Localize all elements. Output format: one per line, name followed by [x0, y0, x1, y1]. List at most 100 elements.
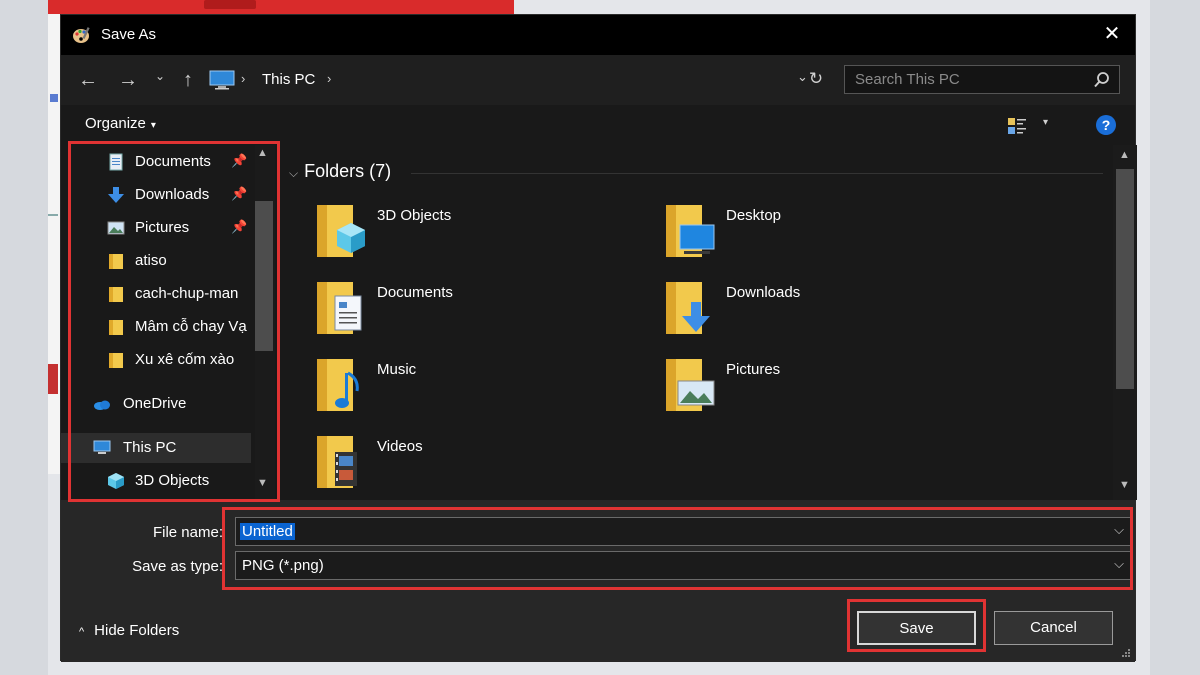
sidebar-item-3d-objects[interactable]: 3D Objects: [61, 466, 251, 496]
folder-label: Videos: [377, 438, 423, 455]
folder-documents[interactable]: Documents: [315, 278, 615, 348]
background-red-toolbar: [48, 0, 514, 14]
breadcrumb-separator: ›: [241, 71, 246, 86]
folder-icon: [109, 320, 123, 335]
forward-arrow-icon: →: [118, 69, 138, 91]
sidebar-item-label: Mâm cỗ chay Vạ: [135, 318, 247, 335]
downloads-icon: [108, 187, 124, 203]
this-pc-icon: [209, 70, 235, 90]
folder-pictures[interactable]: Pictures: [664, 355, 964, 425]
scroll-down-icon[interactable]: ▼: [1119, 479, 1130, 491]
file-name-field[interactable]: Untitled ⌵: [235, 517, 1131, 546]
folder-icon: [109, 287, 123, 302]
chevron-down-icon[interactable]: ⌵: [1114, 522, 1124, 538]
sidebar-item-label: OneDrive: [123, 395, 187, 412]
documents-icon: [109, 153, 123, 171]
paint-palette-icon: [73, 27, 90, 43]
folder-videos[interactable]: Videos: [315, 432, 615, 500]
desktop-folder-icon: [666, 205, 715, 257]
title-bar: Save As ✕: [61, 15, 1135, 55]
sidebar-item-label: atiso: [135, 252, 167, 269]
chevron-down-icon: ⌄: [154, 69, 166, 83]
sidebar-item-onedrive[interactable]: OneDrive: [61, 389, 251, 419]
view-options-caret-icon[interactable]: ▾: [1043, 117, 1048, 128]
folder-desktop[interactable]: Desktop: [664, 201, 964, 271]
sidebar-item-pictures[interactable]: Pictures 📌: [61, 213, 251, 243]
chevron-up-icon: ^: [79, 626, 85, 638]
search-box: [844, 65, 1120, 94]
up-button[interactable]: ↑: [175, 67, 201, 93]
resize-grip-icon[interactable]: [1121, 648, 1131, 658]
navigation-bar: ← → ⌄ ↑ › This PC › ⌄ ↻: [61, 55, 1135, 105]
folder-music[interactable]: Music: [315, 355, 615, 425]
group-header-label: Folders (7): [304, 161, 392, 181]
close-icon: ✕: [1103, 23, 1121, 45]
file-name-value[interactable]: Untitled: [240, 523, 295, 540]
save-button[interactable]: Save: [857, 611, 976, 645]
pictures-folder-icon: [666, 359, 715, 411]
folder-label: Pictures: [726, 361, 781, 378]
sidebar-item-this-pc[interactable]: This PC: [61, 433, 251, 463]
sidebar-item-label: cach-chup-man: [135, 285, 239, 302]
search-input[interactable]: [845, 66, 1085, 93]
file-name-label: File name:: [152, 524, 223, 541]
refresh-button[interactable]: ↻: [804, 67, 828, 91]
sidebar-item-xu-xe-com-xao[interactable]: Xu xê cốm xào: [61, 345, 251, 375]
sidebar-item-cach-chup-man[interactable]: cach-chup-man: [61, 279, 251, 309]
organize-menu-button[interactable]: Organize ▾: [85, 115, 156, 132]
dialog-title: Save As: [101, 26, 157, 43]
search-icon[interactable]: [1093, 71, 1111, 89]
background-red-mark: [48, 364, 58, 394]
breadcrumb-this-pc[interactable]: This PC: [262, 71, 315, 88]
pictures-icon: [107, 221, 125, 235]
save-as-type-select[interactable]: PNG (*.png) ⌵: [235, 551, 1131, 580]
scroll-down-icon[interactable]: ▼: [257, 477, 268, 489]
documents-folder-icon: [317, 282, 362, 334]
scroll-up-icon[interactable]: ▲: [257, 147, 268, 159]
save-as-type-label: Save as type:: [132, 558, 223, 575]
breadcrumb-separator[interactable]: ›: [327, 71, 331, 86]
sidebar-item-atiso[interactable]: atiso: [61, 246, 251, 276]
recent-locations-button[interactable]: ⌄: [147, 63, 173, 89]
address-bar[interactable]: › This PC › ⌄: [206, 65, 829, 94]
folder-3d-objects[interactable]: 3D Objects: [315, 201, 615, 271]
3d-objects-icon: [108, 473, 124, 489]
sidebar-item-mam-co-chay[interactable]: Mâm cỗ chay Vạ: [61, 312, 251, 342]
chevron-down-icon[interactable]: ⌵: [1114, 556, 1124, 572]
help-button[interactable]: ?: [1096, 115, 1116, 135]
back-button[interactable]: ←: [75, 67, 101, 93]
scroll-up-icon[interactable]: ▲: [1119, 149, 1130, 161]
organize-label: Organize: [85, 115, 146, 132]
change-view-icon[interactable]: [1007, 116, 1027, 136]
downloads-folder-icon: [666, 282, 710, 334]
folder-label: 3D Objects: [377, 207, 452, 224]
save-as-dialog: Save As ✕ ← → ⌄ ↑ › This PC › ⌄ ↻ Search…: [60, 14, 1137, 662]
onedrive-icon: [94, 400, 110, 410]
up-arrow-icon: ↑: [183, 69, 193, 91]
cancel-button[interactable]: Cancel: [994, 611, 1113, 645]
collapse-chevron-icon: ⌵: [289, 166, 299, 180]
background-red-chip: [204, 0, 256, 9]
this-pc-icon: [93, 440, 111, 454]
sidebar-item-downloads[interactable]: Downloads 📌: [61, 180, 251, 210]
save-options-panel: File name: Untitled ⌵ Save as type: PNG …: [61, 500, 1135, 662]
folders-group-header[interactable]: ⌵ Folders (7): [289, 161, 391, 182]
help-icon: ?: [1101, 117, 1111, 133]
sidebar-item-label: Xu xê cốm xào: [135, 351, 235, 368]
scrollbar-thumb[interactable]: [255, 201, 273, 351]
3d-objects-folder-icon: [317, 205, 365, 257]
folder-downloads[interactable]: Downloads: [664, 278, 964, 348]
scrollbar-thumb[interactable]: [1116, 169, 1134, 389]
background-line-mark: [48, 214, 58, 216]
music-folder-icon: [317, 359, 359, 411]
forward-button[interactable]: →: [115, 67, 141, 93]
refresh-icon: ↻: [808, 69, 824, 88]
hide-folders-button[interactable]: ^ Hide Folders: [79, 622, 179, 639]
sidebar-item-documents[interactable]: Documents 📌: [61, 147, 251, 177]
navigation-pane-scrollbar[interactable]: ▲ ▼: [255, 145, 275, 500]
hide-folders-label: Hide Folders: [94, 622, 180, 639]
pin-icon: 📌: [231, 219, 248, 234]
content-pane-scrollbar[interactable]: ▲ ▼: [1113, 145, 1137, 500]
sidebar-item-label: Pictures: [135, 219, 190, 236]
close-button[interactable]: ✕: [1099, 21, 1125, 47]
